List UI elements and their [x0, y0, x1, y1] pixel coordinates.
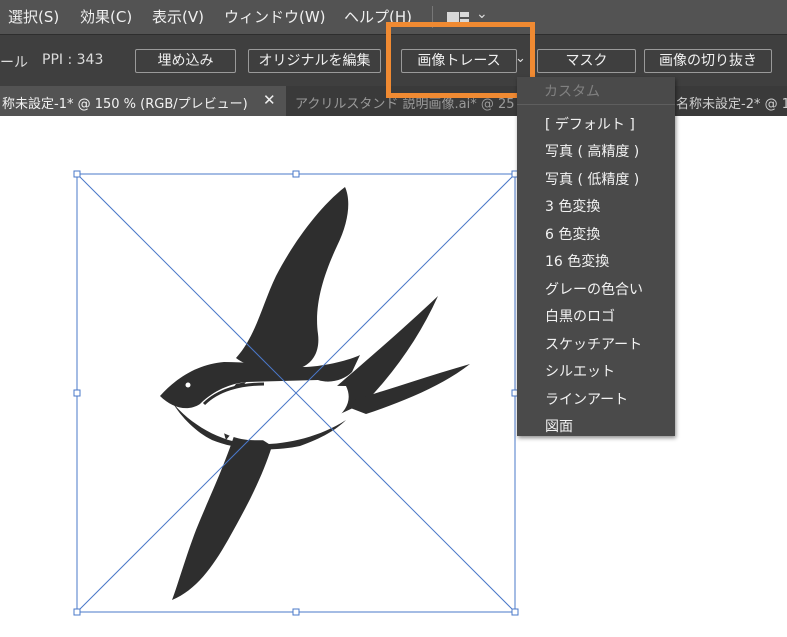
tab-active-document[interactable]: 称未設定-1* @ 150 % (RGB/プレビュー) ✕ [0, 86, 286, 116]
preset-6-colors[interactable]: 6 色変換 [545, 224, 600, 244]
preset-default[interactable]: [ デフォルト ] [545, 114, 635, 134]
preset-photo-low[interactable]: 写真 ( 低精度 ) [545, 169, 639, 189]
chevron-down-icon[interactable]: ⌄ [476, 6, 488, 22]
menu-divider [517, 104, 675, 105]
preset-custom: カスタム [544, 84, 600, 100]
tab-active-label: 称未設定-1* @ 150 % (RGB/プレビュー) [2, 97, 248, 112]
preset-photo-high[interactable]: 写真 ( 高精度 ) [545, 141, 639, 161]
preset-shades-of-gray[interactable]: グレーの色合い [545, 279, 643, 299]
menu-effect[interactable]: 効果(C) [80, 6, 132, 27]
crop-image-button[interactable]: 画像の切り抜き [644, 49, 772, 73]
menu-view[interactable]: 表示(V) [152, 6, 204, 27]
preset-16-colors[interactable]: 16 色変換 [545, 251, 609, 271]
preset-3-colors[interactable]: 3 色変換 [545, 196, 600, 216]
selection-bounding-box[interactable] [76, 173, 516, 613]
menu-window[interactable]: ウィンドウ(W) [224, 6, 326, 27]
preset-technical-drawing[interactable]: 図面 [545, 416, 573, 436]
preset-black-white-logo[interactable]: 白黒のロゴ [545, 306, 615, 326]
preset-line-art[interactable]: ラインアート [545, 389, 628, 409]
edit-original-button[interactable]: オリジナルを編集 [248, 49, 381, 73]
preset-sketched-art[interactable]: スケッチアート [545, 334, 642, 354]
preset-silhouettes[interactable]: シルエット [545, 361, 615, 381]
embed-button[interactable]: 埋め込み [135, 49, 236, 73]
menu-select[interactable]: 選択(S) [8, 6, 59, 27]
image-trace-preset-menu: カスタム [ デフォルト ] 写真 ( 高精度 ) 写真 ( 低精度 ) 3 色… [517, 77, 675, 436]
tool-label: ール [0, 55, 28, 71]
close-icon[interactable]: ✕ [263, 91, 276, 109]
image-trace-highlight [386, 22, 535, 98]
bird-eye [185, 382, 191, 388]
mask-button[interactable]: マスク [537, 49, 636, 73]
tab-untitled-2[interactable]: 名称未設定-2* @ 15 [676, 93, 787, 112]
ppi-readout: PPI : 343 [42, 52, 104, 68]
